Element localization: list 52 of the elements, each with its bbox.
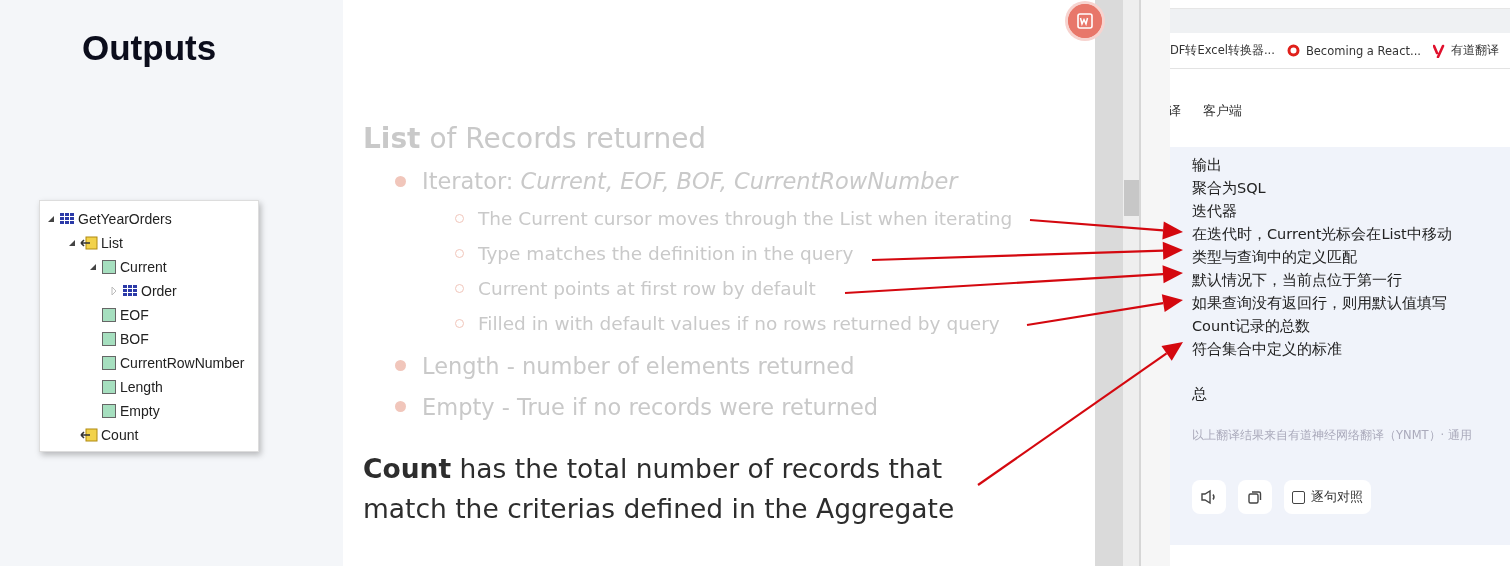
speaker-button[interactable]	[1192, 480, 1226, 514]
tree-item[interactable]: CurrentRowNumber	[120, 355, 245, 371]
bookmark-link[interactable]: DF转Excel转换器...	[1170, 43, 1275, 58]
slide-paragraph: Count has the total number of records that match the criterias defined in the Aggregate	[363, 452, 956, 526]
collapse-toggle-icon[interactable]	[46, 214, 56, 224]
table-icon	[59, 211, 75, 227]
tree-item[interactable]: Length	[120, 379, 163, 395]
translation-line: 符合集合中定义的标准	[1192, 340, 1343, 359]
collapse-toggle-icon[interactable]	[88, 262, 98, 272]
compare-checkbox[interactable]: 逐句对照	[1284, 480, 1371, 514]
bookmark-link[interactable]: 有道翻译	[1432, 43, 1499, 58]
copy-button[interactable]	[1238, 480, 1272, 514]
tree-item[interactable]: GetYearOrders	[78, 211, 172, 227]
translation-line: 聚合为SQL	[1192, 179, 1267, 198]
attribute-icon	[101, 331, 117, 347]
bookmark-link[interactable]: Becoming a React...	[1286, 43, 1421, 58]
translation-line: 默认情况下，当前点位于第一行	[1192, 271, 1403, 290]
bullet-icon	[395, 401, 406, 412]
y-logo-icon	[1432, 43, 1445, 58]
tree-item[interactable]: Order	[141, 283, 177, 299]
bullet-icon	[395, 360, 406, 371]
bullet-icon	[395, 175, 406, 187]
tree-item[interactable]: EOF	[120, 307, 149, 323]
attribute-icon	[101, 403, 117, 419]
attribute-icon	[101, 307, 117, 323]
tab[interactable]: 客户端	[1203, 102, 1242, 120]
attribute-icon	[101, 355, 117, 371]
attribute-icon	[101, 259, 117, 275]
document-icon[interactable]	[1068, 4, 1102, 38]
copy-icon	[1247, 489, 1263, 505]
tree-item[interactable]: Count	[101, 427, 139, 443]
tree-item[interactable]: List	[101, 235, 123, 251]
tree-item[interactable]: Empty	[120, 403, 160, 419]
translation-line: 迭代器	[1192, 202, 1238, 221]
output-icon	[80, 427, 98, 443]
tree-item[interactable]: Current	[120, 259, 167, 275]
translation-line: 总	[1192, 385, 1208, 404]
scrollbar-thumb[interactable]	[1123, 180, 1139, 216]
output-icon	[80, 235, 98, 251]
expand-toggle-icon[interactable]	[109, 286, 119, 296]
translation-line: Count记录的总数	[1192, 317, 1312, 336]
table-icon	[122, 283, 138, 299]
attribute-icon	[101, 379, 117, 395]
speaker-icon	[1200, 489, 1218, 505]
translation-line: 如果查询没有返回行，则用默认值填写	[1192, 294, 1448, 313]
translation-line: 输出	[1192, 156, 1223, 175]
translation-line: 类型与查询中的定义匹配	[1192, 248, 1358, 267]
translation-line: 在迭代时，Current光标会在List中移动	[1192, 225, 1453, 244]
tree-item[interactable]: BOF	[120, 331, 149, 347]
collapse-toggle-icon[interactable]	[67, 238, 77, 248]
slide-title: Outputs	[82, 28, 218, 68]
circle-icon	[1286, 44, 1300, 57]
